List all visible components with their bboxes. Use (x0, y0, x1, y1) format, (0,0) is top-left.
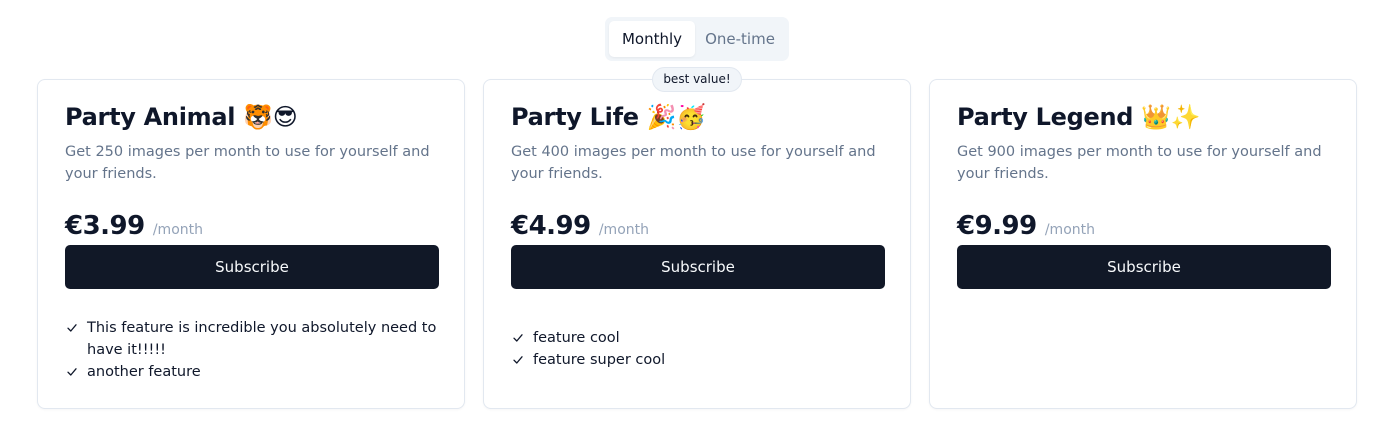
price-row: €3.99 /month (65, 211, 203, 241)
plan-price: €3.99 (65, 211, 145, 241)
plan-description: Get 250 images per month to use for your… (65, 144, 430, 182)
plan-title: Party Animal 🐯😎 (65, 103, 298, 131)
plan-description: Get 900 images per month to use for your… (957, 144, 1322, 182)
price-row: €9.99 /month (957, 211, 1095, 241)
best-value-badge: best value! (652, 67, 742, 92)
feature-list: feature cool feature super cool (511, 327, 896, 371)
billing-toggle: Monthly One-time (605, 17, 789, 61)
plan-price: €9.99 (957, 211, 1037, 241)
feature-list: This feature is incredible you absolutel… (65, 317, 450, 383)
plan-period: /month (1044, 222, 1095, 238)
feature-item: This feature is incredible you absolutel… (65, 317, 450, 361)
feature-item: feature cool (511, 327, 896, 349)
check-icon (67, 368, 77, 376)
toggle-monthly[interactable]: Monthly (609, 21, 695, 57)
plan-period: /month (598, 222, 649, 238)
subscribe-button[interactable]: Subscribe (957, 245, 1331, 289)
feature-label: This feature is incredible you absolutel… (87, 320, 437, 358)
feature-label: another feature (87, 364, 201, 380)
plan-price: €4.99 (511, 211, 591, 241)
check-icon (513, 334, 523, 342)
feature-item: feature super cool (511, 349, 896, 371)
feature-label: feature super cool (533, 352, 666, 368)
plan-title: Party Legend 👑✨ (957, 103, 1201, 131)
plan-card-party-life: Party Life 🎉🥳 Get 400 images per month t… (483, 79, 911, 409)
subscribe-button[interactable]: Subscribe (65, 245, 439, 289)
plan-period: /month (152, 222, 203, 238)
plan-description: Get 400 images per month to use for your… (511, 144, 876, 182)
check-icon (513, 356, 523, 364)
plan-card-party-legend: Party Legend 👑✨ Get 900 images per month… (929, 79, 1357, 409)
plan-title: Party Life 🎉🥳 (511, 103, 706, 131)
plan-card-party-animal: Party Animal 🐯😎 Get 250 images per month… (37, 79, 465, 409)
check-icon (67, 324, 77, 332)
feature-label: feature cool (533, 330, 620, 346)
subscribe-button[interactable]: Subscribe (511, 245, 885, 289)
feature-item: another feature (65, 361, 450, 383)
price-row: €4.99 /month (511, 211, 649, 241)
toggle-one-time[interactable]: One-time (695, 21, 785, 57)
